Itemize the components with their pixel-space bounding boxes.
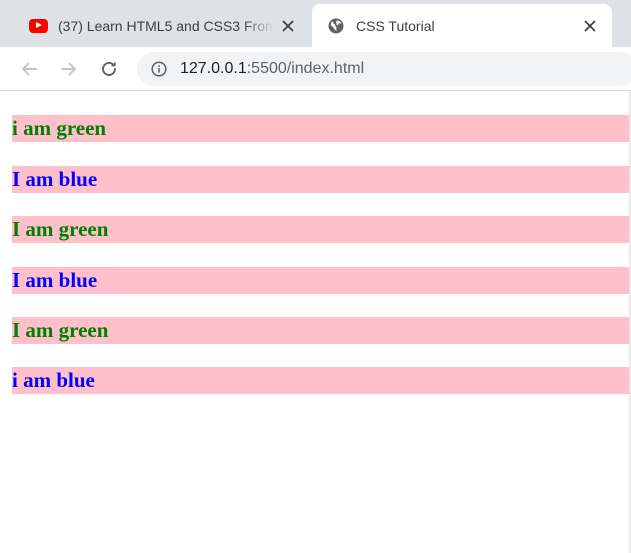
globe-icon [326,18,346,34]
reload-button[interactable] [94,54,124,84]
green-text-line: I am green [12,317,631,344]
blue-text-line: I am blue [12,267,631,294]
blue-text-line: i am blue [12,367,631,394]
tab-css-tutorial[interactable]: CSS Tutorial [312,4,612,47]
url-text: 127.0.0.1:5500/index.html [180,60,364,78]
tab-youtube[interactable]: (37) Learn HTML5 and CSS3 From Scratch [14,4,310,47]
page-content: i am green I am blue I am green I am blu… [0,91,631,553]
youtube-icon [28,18,48,34]
forward-arrow-icon [61,62,76,76]
tab-title: (37) Learn HTML5 and CSS3 From Scratch [58,17,274,34]
url-host: 127.0.0.1 [180,60,247,77]
url-path: :5500/index.html [246,60,365,77]
tab-strip: (37) Learn HTML5 and CSS3 From Scratch C… [0,0,631,47]
address-bar[interactable]: 127.0.0.1:5500/index.html [137,52,631,86]
reload-icon [102,61,116,76]
green-text-line: I am green [12,216,631,243]
forward-button[interactable] [54,54,84,84]
close-icon[interactable] [576,12,604,40]
tab-title: CSS Tutorial [356,17,435,34]
blue-text-line: I am blue [12,166,631,193]
green-text-line: i am green [12,115,631,142]
back-button[interactable] [14,54,44,84]
info-icon[interactable] [151,61,167,77]
browser-toolbar: 127.0.0.1:5500/index.html [0,47,631,91]
back-arrow-icon [22,62,37,76]
close-icon[interactable] [274,12,302,40]
